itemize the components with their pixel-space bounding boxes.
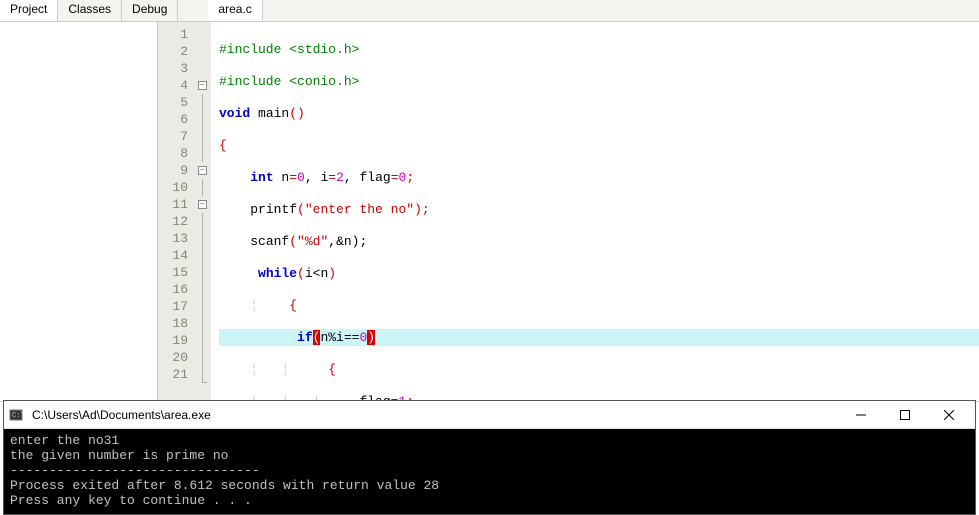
code-text: n%i== bbox=[320, 330, 359, 345]
line-number: 13 bbox=[168, 230, 188, 247]
code-text: ,&n); bbox=[328, 234, 367, 249]
code-text: n bbox=[274, 170, 290, 185]
fold-toggle-icon[interactable]: − bbox=[198, 81, 207, 90]
code-text: , i bbox=[305, 170, 328, 185]
maximize-button[interactable] bbox=[883, 401, 927, 429]
code-editor[interactable]: 1 2 3 4 5 6 7 8 9 10 11 12 13 14 15 16 1… bbox=[158, 22, 979, 401]
line-number: 17 bbox=[168, 298, 188, 315]
op: = bbox=[328, 170, 336, 185]
paren: ( bbox=[289, 234, 297, 249]
keyword: void bbox=[219, 106, 250, 121]
number: 2 bbox=[336, 170, 344, 185]
line-number: 6 bbox=[168, 111, 188, 128]
code-text: i<n bbox=[305, 266, 328, 281]
tab-debug[interactable]: Debug bbox=[122, 0, 178, 21]
keyword: int bbox=[250, 170, 273, 185]
code-text: scanf bbox=[250, 234, 289, 249]
keyword: if bbox=[297, 330, 313, 345]
paren: ( bbox=[297, 202, 305, 217]
line-number: 11 bbox=[168, 196, 188, 213]
console-line: -------------------------------- bbox=[10, 463, 260, 478]
code-text: main bbox=[250, 106, 289, 121]
preprocessor: #include <stdio.h> bbox=[219, 42, 359, 57]
number: 0 bbox=[297, 170, 305, 185]
keyword: while bbox=[258, 266, 297, 281]
string: "%d" bbox=[297, 234, 328, 249]
line-number: 21 bbox=[168, 366, 188, 383]
close-button[interactable] bbox=[927, 401, 971, 429]
preprocessor: #include <conio.h> bbox=[219, 74, 359, 89]
brace: { bbox=[289, 298, 297, 313]
line-number: 10 bbox=[168, 179, 188, 196]
code-text: , flag bbox=[344, 170, 391, 185]
console-titlebar[interactable]: C:\ C:\Users\Ad\Documents\area.exe bbox=[4, 401, 975, 429]
project-sidebar[interactable] bbox=[0, 22, 158, 401]
line-number: 8 bbox=[168, 145, 188, 162]
line-number: 2 bbox=[168, 43, 188, 60]
console-title: C:\Users\Ad\Documents\area.exe bbox=[30, 408, 839, 422]
line-number: 9 bbox=[168, 162, 188, 179]
line-number-gutter: 1 2 3 4 5 6 7 8 9 10 11 12 13 14 15 16 1… bbox=[158, 22, 193, 401]
line-number: 15 bbox=[168, 264, 188, 281]
brace-match: ) bbox=[367, 330, 375, 345]
console-line: Process exited after 8.612 seconds with … bbox=[10, 478, 439, 493]
semi: ; bbox=[406, 170, 414, 185]
tab-project[interactable]: Project bbox=[0, 0, 58, 21]
line-number: 19 bbox=[168, 332, 188, 349]
line-number: 7 bbox=[168, 128, 188, 145]
line-number: 5 bbox=[168, 94, 188, 111]
fold-column: − − − bbox=[193, 22, 211, 401]
paren: ); bbox=[414, 202, 430, 217]
console-line: Press any key to continue . . . bbox=[10, 493, 252, 508]
console-window: C:\ C:\Users\Ad\Documents\area.exe enter… bbox=[3, 400, 976, 515]
string: "enter the no" bbox=[305, 202, 414, 217]
code-content[interactable]: #include <stdio.h> #include <conio.h> vo… bbox=[211, 22, 979, 401]
tab-bar: Project Classes Debug area.c bbox=[0, 0, 979, 22]
brace: { bbox=[219, 138, 227, 153]
editor-area: 1 2 3 4 5 6 7 8 9 10 11 12 13 14 15 16 1… bbox=[0, 22, 979, 402]
line-number: 12 bbox=[168, 213, 188, 230]
line-number: 16 bbox=[168, 281, 188, 298]
line-number: 3 bbox=[168, 60, 188, 77]
minimize-button[interactable] bbox=[839, 401, 883, 429]
paren: ) bbox=[328, 266, 336, 281]
line-number: 20 bbox=[168, 349, 188, 366]
console-app-icon: C:\ bbox=[8, 407, 24, 423]
fold-toggle-icon[interactable]: − bbox=[198, 200, 207, 209]
fold-toggle-icon[interactable]: − bbox=[198, 166, 207, 175]
svg-text:C:\: C:\ bbox=[12, 412, 23, 420]
paren: ( bbox=[297, 266, 305, 281]
console-line: the given number is prime no bbox=[10, 448, 228, 463]
brace: { bbox=[328, 362, 336, 377]
console-line: enter the no31 bbox=[10, 433, 119, 448]
code-text: printf bbox=[250, 202, 297, 217]
paren: () bbox=[289, 106, 305, 121]
line-number: 18 bbox=[168, 315, 188, 332]
code-text bbox=[219, 330, 297, 345]
op: = bbox=[391, 170, 399, 185]
tab-classes[interactable]: Classes bbox=[58, 0, 122, 21]
tab-file-area-c[interactable]: area.c bbox=[208, 0, 262, 21]
op: = bbox=[289, 170, 297, 185]
line-number: 14 bbox=[168, 247, 188, 264]
line-number: 4 bbox=[168, 77, 188, 94]
console-output[interactable]: enter the no31 the given number is prime… bbox=[4, 429, 975, 514]
line-number: 1 bbox=[168, 26, 188, 43]
